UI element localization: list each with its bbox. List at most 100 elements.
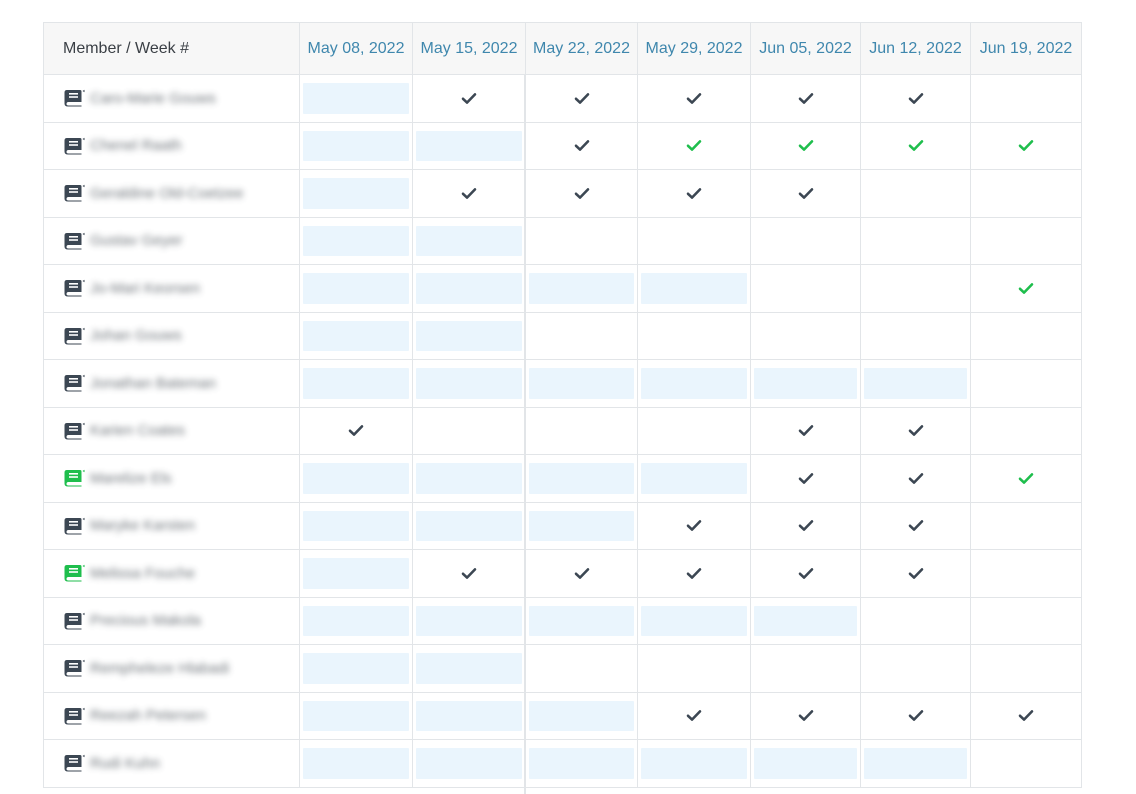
week-cell[interactable] [860,359,971,408]
week-cell[interactable] [525,311,638,360]
week-cell[interactable] [637,169,751,218]
week-cell[interactable] [525,454,638,503]
week-cell[interactable] [637,121,751,170]
week-cell[interactable] [860,691,971,740]
week-cell[interactable] [970,454,1082,503]
week-cell[interactable] [412,644,526,693]
week-cell[interactable] [750,501,861,550]
week-cell[interactable] [750,739,861,788]
week-cell[interactable] [750,74,861,123]
week-cell[interactable] [750,264,861,313]
week-cell[interactable] [860,501,971,550]
week-cell[interactable] [299,454,413,503]
week-cell[interactable] [637,264,751,313]
member-name[interactable]: Karien Coates [90,422,185,439]
member-name[interactable]: Jonathan Bateman [90,375,216,392]
week-cell[interactable] [970,74,1082,123]
week-cell[interactable] [525,359,638,408]
week-cell[interactable] [860,644,971,693]
member-name[interactable]: Jo-Mari Keorsen [90,280,200,297]
member-name[interactable]: Reezah Petersen [90,707,206,724]
book-icon[interactable] [63,707,85,725]
member-name[interactable]: Johan Gouws [90,327,182,344]
week-cell[interactable] [970,549,1082,598]
week-cell[interactable] [970,691,1082,740]
member-name[interactable]: Marelize Els [90,470,172,487]
week-cell[interactable] [412,311,526,360]
week-cell[interactable] [299,596,413,645]
member-name[interactable]: Geraldine Old-Coetzee [90,185,243,202]
week-cell[interactable] [412,501,526,550]
week-cell[interactable] [860,406,971,455]
week-cell[interactable] [750,121,861,170]
week-cell[interactable] [970,596,1082,645]
week-cell[interactable] [750,549,861,598]
week-cell[interactable] [860,549,971,598]
week-cell[interactable] [750,454,861,503]
week-cell[interactable] [412,121,526,170]
book-icon[interactable] [63,564,85,582]
week-cell[interactable] [637,691,751,740]
week-cell[interactable] [637,501,751,550]
week-cell[interactable] [525,501,638,550]
week-cell[interactable] [299,311,413,360]
week-cell[interactable] [750,359,861,408]
week-cell[interactable] [412,691,526,740]
week-cell[interactable] [412,74,526,123]
book-icon[interactable] [63,232,85,250]
week-cell[interactable] [860,596,971,645]
week-cell[interactable] [860,311,971,360]
member-name[interactable]: Rudi Kuhn [90,755,160,772]
week-cell[interactable] [637,359,751,408]
week-cell[interactable] [412,454,526,503]
week-cell[interactable] [637,216,751,265]
week-cell[interactable] [525,264,638,313]
week-cell[interactable] [860,739,971,788]
book-icon[interactable] [63,279,85,297]
week-cell[interactable] [860,121,971,170]
week-cell[interactable] [525,549,638,598]
member-name[interactable]: Maryke Karsten [90,517,195,534]
week-cell[interactable] [970,406,1082,455]
week-cell[interactable] [750,406,861,455]
member-name[interactable]: Rempheleze Hlabadi [90,660,229,677]
member-name[interactable]: Melissa Fouche [90,565,195,582]
week-cell[interactable] [970,359,1082,408]
week-cell[interactable] [637,406,751,455]
week-cell[interactable] [970,216,1082,265]
week-cell[interactable] [525,644,638,693]
book-icon[interactable] [63,659,85,677]
week-cell[interactable] [525,739,638,788]
week-cell[interactable] [970,311,1082,360]
week-cell[interactable] [637,596,751,645]
week-cell[interactable] [637,454,751,503]
week-cell[interactable] [412,359,526,408]
week-cell[interactable] [525,216,638,265]
week-cell[interactable] [525,74,638,123]
week-cell[interactable] [299,644,413,693]
week-cell[interactable] [525,406,638,455]
book-icon[interactable] [63,137,85,155]
week-cell[interactable] [637,739,751,788]
week-cell[interactable] [860,454,971,503]
week-cell[interactable] [412,596,526,645]
week-cell[interactable] [860,216,971,265]
book-icon[interactable] [63,469,85,487]
week-cell[interactable] [750,311,861,360]
week-cell[interactable] [525,596,638,645]
week-cell[interactable] [525,121,638,170]
member-name[interactable]: Caro-Marie Gouws [90,90,216,107]
member-name[interactable]: Chenel Raath [90,137,182,154]
week-cell[interactable] [299,739,413,788]
week-cell[interactable] [637,311,751,360]
week-cell[interactable] [412,739,526,788]
week-cell[interactable] [750,216,861,265]
book-icon[interactable] [63,89,85,107]
week-cell[interactable] [970,169,1082,218]
book-icon[interactable] [63,754,85,772]
week-cell[interactable] [970,644,1082,693]
week-cell[interactable] [299,74,413,123]
week-cell[interactable] [299,406,413,455]
week-cell[interactable] [412,169,526,218]
member-name[interactable]: Gustav Geyer [90,232,183,249]
